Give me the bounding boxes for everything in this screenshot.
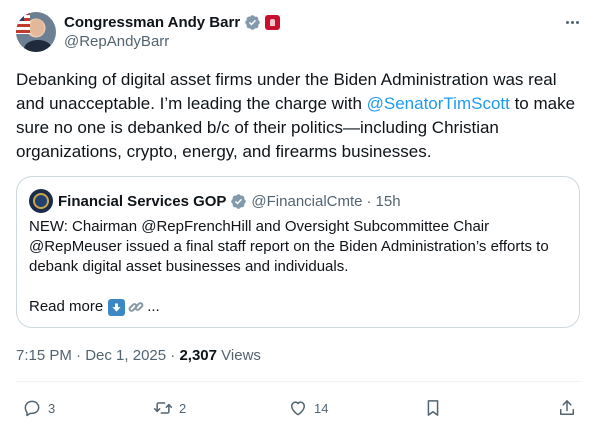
link-emoji-icon [127, 298, 145, 316]
share-button[interactable] [557, 397, 577, 419]
repost-count: 2 [179, 400, 187, 416]
views-label: Views [221, 347, 261, 364]
quoted-avatar[interactable] [29, 189, 53, 213]
verified-badge-icon[interactable] [230, 193, 247, 210]
read-more-ellipsis: ... [147, 298, 160, 315]
repost-icon [153, 402, 173, 414]
quoted-author-handle[interactable]: @FinancialCmte [251, 193, 362, 210]
like-icon [291, 401, 305, 416]
down-arrow-emoji-icon [108, 298, 126, 316]
bookmark-button[interactable] [423, 397, 443, 419]
separator-dot: · [170, 347, 176, 364]
quoted-tweet-header: Financial Services GOP @FinancialCmte · … [29, 189, 401, 213]
tweet-card: Congressman Andy Barr @RepAndyBarr Deban… [0, 0, 598, 431]
quoted-tweet-text: NEW: Chairman @RepFrenchHill and Oversig… [29, 218, 549, 275]
repost-button[interactable]: 2 [153, 397, 186, 419]
reply-icon [24, 400, 40, 417]
read-more-text: Read more [29, 298, 104, 315]
read-more-line: Read more ... [29, 297, 160, 317]
bookmark-icon [427, 400, 439, 416]
quoted-timestamp[interactable]: 15h [376, 193, 401, 210]
flag-graphic [16, 12, 30, 34]
tweet-time[interactable]: 7:15 PM [16, 347, 72, 364]
avatar[interactable] [16, 12, 56, 52]
views-count: 2,307 [179, 347, 217, 364]
quoted-author-name[interactable]: Financial Services GOP [58, 193, 226, 210]
separator-dot: · [366, 192, 372, 210]
share-icon [560, 400, 574, 415]
tweet-date[interactable]: Dec 1, 2025 [85, 347, 166, 364]
author-name[interactable]: Congressman Andy Barr [64, 14, 240, 31]
author-name-row: Congressman Andy Barr [64, 12, 281, 32]
more-options-icon[interactable] [562, 12, 582, 32]
like-button[interactable]: 14 [288, 397, 328, 419]
divider [16, 381, 582, 382]
reply-count: 3 [48, 400, 56, 416]
verified-badge-icon[interactable] [244, 14, 261, 31]
like-count: 14 [314, 400, 329, 416]
separator-dot: · [76, 347, 82, 364]
mention-link[interactable]: @SenatorTimScott [367, 94, 510, 113]
reply-button[interactable]: 3 [22, 397, 55, 419]
government-affiliation-icon[interactable] [265, 14, 281, 30]
author-handle[interactable]: @RepAndyBarr [64, 33, 169, 50]
tweet-meta: 7:15 PM · Dec 1, 2025 · 2,307 Views [16, 347, 261, 364]
tweet-text: Debanking of digital asset firms under t… [16, 70, 576, 161]
quoted-tweet[interactable]: Financial Services GOP @FinancialCmte · … [16, 176, 580, 328]
